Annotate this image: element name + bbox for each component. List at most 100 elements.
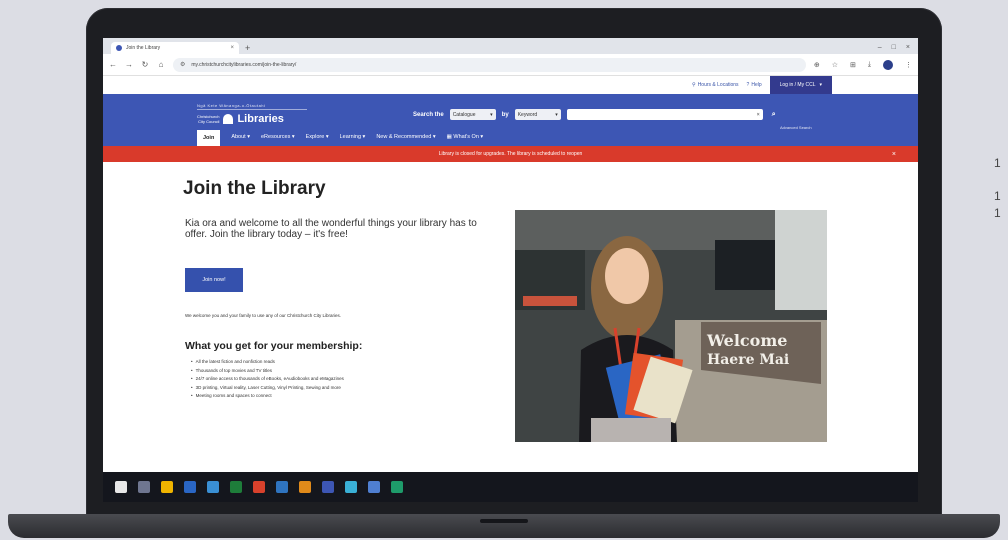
browser-tab[interactable]: Join the Library × [111,42,239,54]
close-window-icon[interactable]: × [906,44,910,51]
search-input[interactable]: × [566,109,763,120]
address-url: my.christchurchcitylibraries.com/join-th… [191,61,297,68]
clear-search-icon[interactable]: × [757,112,760,118]
join-now-button[interactable]: Join now! [185,268,243,292]
alert-close-icon[interactable]: × [892,151,896,158]
chevron-down-icon: ▾ [819,82,822,88]
address-bar[interactable]: ⚙ my.christchurchcitylibraries.com/join-… [173,57,806,72]
site-info-icon[interactable]: ⚙ [180,61,185,68]
reload-icon[interactable]: ↻ [141,60,149,69]
closure-alert-banner: Library is closed for upgrades. The libr… [103,146,918,162]
toolbar-icons: ⊕ ☆ ⊞ ⤓ ⋮ [814,59,912,70]
hours-locations-link[interactable]: ⚲ Hours & Locations [692,82,739,88]
librarian-photo-illustration: Welcome Haere Mai [515,210,827,442]
background-number: 1 [994,206,1001,220]
tab-close-icon[interactable]: × [230,45,234,51]
page-title: Join the Library [183,178,326,199]
taskbar-app-icon[interactable] [207,481,219,493]
welcome-paragraph: We welcome you and your family to use an… [185,313,341,318]
nav-item-new-recommended[interactable]: New & Recommended ▾ [376,134,435,140]
background-numbers: 1 1 1 [994,155,1001,222]
tab-title: Join the Library [126,45,161,51]
back-icon[interactable]: ← [109,60,117,69]
logo-tagline: Ngā Kete Wānanga-o-Ōtautahi [197,103,307,110]
photo-sign-welcome: Welcome [706,331,787,350]
list-item: 24/7 online access to thousands of eBook… [191,375,511,384]
new-tab-button[interactable]: + [245,43,250,53]
background-number: 1 [994,156,1001,170]
council-name: Christchurch City Council [197,114,220,124]
browser-toolbar: ← → ↻ ⌂ ⚙ my.christchurchcitylibraries.c… [103,54,918,76]
home-icon[interactable]: ⌂ [157,60,165,69]
window-controls: – □ × [878,44,918,51]
laptop-base [8,514,1000,538]
extensions-icon[interactable]: ⊞ [850,61,856,69]
photo-sign-haere-mai: Haere Mai [707,352,789,368]
login-label: Log in / My CCL [779,82,816,88]
alert-text: Library is closed for upgrades. The libr… [438,151,583,157]
keyword-select[interactable]: Keyword ▾ [514,109,561,120]
council-flower-icon [223,114,234,124]
nav-item-learning[interactable]: Learning ▾ [340,134,366,140]
catalogue-select[interactable]: Catalogue ▾ [449,109,496,120]
membership-heading: What you get for your membership: [185,340,363,352]
nav-item-about[interactable]: About ▾ [231,134,250,140]
nav-item-explore[interactable]: Explore ▾ [306,134,329,140]
location-pin-icon: ⚲ [692,82,696,88]
search-icon[interactable]: ⌕ [769,111,779,119]
nav-item-eresources[interactable]: eResources ▾ [261,134,295,140]
list-item: All the latest fiction and nonfiction re… [191,358,511,367]
browser-menu-icon[interactable]: ⋮ [905,61,912,69]
zoom-icon[interactable]: ⊕ [814,61,820,69]
main-content: Join the Library Kia ora and welcome to … [103,162,918,442]
list-item: Thousands of top movies and TV titles [191,367,511,376]
minimize-icon[interactable]: – [878,44,882,51]
maximize-icon[interactable]: □ [892,44,896,51]
list-item: Meeting rooms and spaces to connect [191,392,511,401]
catalogue-search: Search the Catalogue ▾ by Keyword ▾ × ⌕ [413,109,779,120]
help-label: Help [751,82,762,88]
favicon-icon [116,45,122,51]
laptop-notch [480,519,528,523]
start-button[interactable] [115,481,127,493]
brand-name: Libraries [237,113,284,125]
os-taskbar [103,472,918,502]
main-nav: Join About ▾ eResources ▾ Explore ▾ Lear… [197,128,483,146]
hours-locations-label: Hours & Locations [697,82,739,88]
taskbar-app-icon[interactable] [230,481,242,493]
taskbar-app-icon[interactable] [368,481,380,493]
taskbar-app-icon[interactable] [322,481,334,493]
library-header: Ngā Kete Wānanga-o-Ōtautahi Christchurch… [103,94,918,146]
download-icon[interactable]: ⤓ [868,61,871,69]
chevron-down-icon: ▾ [555,111,558,118]
library-logo[interactable]: Ngā Kete Wānanga-o-Ōtautahi Christchurch… [197,103,307,125]
forward-icon[interactable]: → [125,60,133,69]
bookmark-star-icon[interactable]: ☆ [832,61,838,69]
background-number: 1 [994,189,1001,203]
nav-item-join[interactable]: Join [197,130,221,146]
taskbar-app-icon[interactable] [391,481,403,493]
login-button[interactable]: Log in / My CCL ▾ [769,76,832,94]
intro-text: Kia ora and welcome to all the wonderful… [185,218,477,240]
laptop-screen: Join the Library × + – □ × ← → ↻ ⌂ ⚙ my.… [103,38,918,498]
utility-bar: ⚲ Hours & Locations ? Help Log in / My C… [103,76,918,94]
nav-item-whats-on[interactable]: ▦ What's On ▾ [447,134,484,140]
by-label: by [501,111,509,118]
taskbar-app-icon[interactable] [276,481,288,493]
taskbar-app-icon[interactable] [253,481,265,493]
advanced-search-link[interactable]: Advanced Search [780,125,812,130]
calendar-icon: ▦ [446,134,452,140]
profile-avatar[interactable] [883,59,893,70]
taskbar-app-icon[interactable] [299,481,311,493]
search-the-label: Search the [413,111,444,118]
librarian-photo: Welcome Haere Mai [515,210,827,442]
taskbar-app-icon[interactable] [345,481,357,493]
chevron-down-icon: ▾ [490,111,493,118]
taskbar-app-icon[interactable] [138,481,150,493]
taskbar-app-icon[interactable] [184,481,196,493]
taskbar-app-icon[interactable] [161,481,173,493]
list-item: 3D printing, Virtual reality, Laser Cutt… [191,384,511,393]
help-link[interactable]: ? Help [747,82,762,88]
help-icon: ? [746,82,750,88]
benefits-list: All the latest fiction and nonfiction re… [191,358,511,401]
